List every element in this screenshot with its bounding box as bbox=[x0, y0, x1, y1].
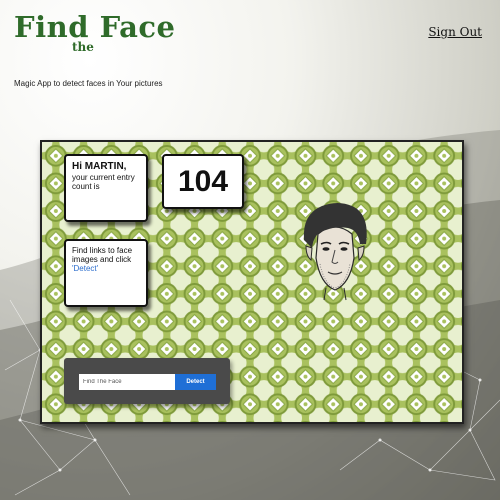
logo-title: Find Face bbox=[14, 10, 176, 44]
sign-out-link[interactable]: Sign Out bbox=[428, 25, 482, 39]
instructions-action: 'Detect' bbox=[72, 264, 99, 273]
user-name: MARTIN bbox=[84, 161, 124, 172]
logo-small-word: the bbox=[72, 40, 94, 54]
detect-button[interactable]: Detect bbox=[175, 374, 216, 390]
entry-count-card: 104 bbox=[162, 154, 244, 209]
image-url-input[interactable] bbox=[79, 374, 175, 390]
greeting-heading: Hi MARTIN, bbox=[72, 161, 140, 173]
search-panel: Detect bbox=[64, 358, 230, 404]
tagline: Magic App to detect faces in Your pictur… bbox=[14, 79, 163, 88]
instructions-card: Find links to face images and click 'Det… bbox=[64, 239, 148, 307]
main-panel: Hi MARTIN, your current entry count is 1… bbox=[40, 140, 464, 424]
entry-count-value: 104 bbox=[177, 165, 229, 198]
greeting-hello: Hi bbox=[72, 161, 85, 172]
instructions-text: Find links to face images and click bbox=[72, 246, 133, 264]
greeting-card: Hi MARTIN, your current entry count is bbox=[64, 154, 148, 222]
greeting-punct: , bbox=[123, 161, 127, 172]
face-logo-icon bbox=[303, 203, 367, 301]
greeting-message: your current entry count is bbox=[72, 173, 135, 191]
app-logo: Find Face the bbox=[14, 10, 175, 56]
